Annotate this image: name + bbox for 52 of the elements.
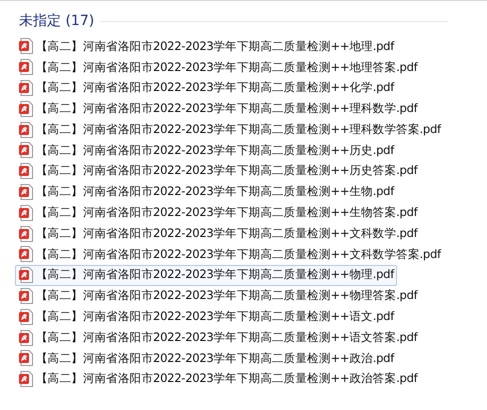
pdf-file-icon (19, 163, 33, 180)
file-item[interactable]: 【高二】河南省洛阳市2022-2023学年下期高二质量检测++政治答案.pdf (15, 368, 420, 390)
file-item[interactable]: 【高二】河南省洛阳市2022-2023学年下期高二质量检测++地理.pdf (15, 36, 398, 57)
file-name: 【高二】河南省洛阳市2022-2023学年下期高二质量检测++语文.pdf (36, 308, 394, 326)
file-name: 【高二】河南省洛阳市2022-2023学年下期高二质量检测++理科数学.pdf (36, 100, 418, 118)
pdf-file-icon (19, 288, 33, 304)
file-item[interactable]: 【高二】河南省洛阳市2022-2023学年下期高二质量检测++理科数学.pdf (15, 98, 420, 120)
file-name: 【高二】河南省洛阳市2022-2023学年下期高二质量检测++物理答案.pdf (36, 287, 418, 304)
file-item[interactable]: 【高二】河南省洛阳市2022-2023学年下期高二质量检测++历史答案.pdf (15, 160, 420, 182)
pdf-file-icon (19, 38, 33, 54)
file-item[interactable]: 【高二】河南省洛阳市2022-2023学年下期高二质量检测++物理.pdf (15, 264, 398, 286)
pdf-file-icon (19, 100, 33, 117)
pdf-file-icon (19, 122, 33, 138)
pdf-file-icon (19, 350, 33, 366)
pdf-file-icon (19, 204, 33, 221)
pdf-file-icon (19, 246, 33, 262)
file-name: 【高二】河南省洛阳市2022-2023学年下期高二质量检测++地理答案.pdf (36, 58, 418, 76)
pdf-file-icon (19, 267, 33, 284)
file-name: 【高二】河南省洛阳市2022-2023学年下期高二质量检测++政治.pdf (36, 350, 394, 367)
pdf-file-icon (19, 330, 33, 346)
file-item[interactable]: 【高二】河南省洛阳市2022-2023学年下期高二质量检测++物理答案.pdf (15, 286, 420, 306)
pdf-file-icon (19, 59, 33, 76)
file-item[interactable]: 【高二】河南省洛阳市2022-2023学年下期高二质量检测++理科数学答案.pdf (15, 119, 444, 140)
pdf-file-icon (19, 371, 33, 388)
file-name: 【高二】河南省洛阳市2022-2023学年下期高二质量检测++语文答案.pdf (36, 328, 418, 346)
pdf-file-icon (19, 142, 33, 158)
file-name: 【高二】河南省洛阳市2022-2023学年下期高二质量检测++化学.pdf (36, 79, 394, 96)
file-item[interactable]: 【高二】河南省洛阳市2022-2023学年下期高二质量检测++历史.pdf (15, 140, 398, 161)
file-name: 【高二】河南省洛阳市2022-2023学年下期高二质量检测++理科数学答案.pdf (36, 120, 441, 138)
pdf-file-icon (19, 308, 33, 325)
file-name: 【高二】河南省洛阳市2022-2023学年下期高二质量检测++政治答案.pdf (36, 370, 418, 388)
file-item[interactable]: 【高二】河南省洛阳市2022-2023学年下期高二质量检测++文科数学.pdf (15, 223, 420, 244)
file-item[interactable]: 【高二】河南省洛阳市2022-2023学年下期高二质量检测++政治.pdf (15, 348, 398, 369)
file-item[interactable]: 【高二】河南省洛阳市2022-2023学年下期高二质量检测++生物答案.pdf (15, 202, 420, 224)
file-name: 【高二】河南省洛阳市2022-2023学年下期高二质量检测++文科数学答案.pdf (36, 246, 441, 263)
file-name: 【高二】河南省洛阳市2022-2023学年下期高二质量检测++生物答案.pdf (36, 204, 418, 222)
file-name: 【高二】河南省洛阳市2022-2023学年下期高二质量检测++历史答案.pdf (36, 162, 418, 180)
pdf-file-icon (19, 80, 33, 96)
pdf-file-icon (19, 226, 33, 242)
group-heading: 未指定 (17) (19, 12, 94, 31)
file-item[interactable]: 【高二】河南省洛阳市2022-2023学年下期高二质量检测++语文.pdf (15, 306, 398, 328)
file-item[interactable]: 【高二】河南省洛阳市2022-2023学年下期高二质量检测++生物.pdf (15, 182, 398, 202)
file-item[interactable]: 【高二】河南省洛阳市2022-2023学年下期高二质量检测++化学.pdf (15, 78, 398, 98)
file-name: 【高二】河南省洛阳市2022-2023学年下期高二质量检测++生物.pdf (36, 183, 394, 200)
file-name: 【高二】河南省洛阳市2022-2023学年下期高二质量检测++历史.pdf (36, 142, 394, 159)
file-name: 【高二】河南省洛阳市2022-2023学年下期高二质量检测++地理.pdf (36, 38, 394, 55)
file-item[interactable]: 【高二】河南省洛阳市2022-2023学年下期高二质量检测++地理答案.pdf (15, 56, 420, 78)
file-name: 【高二】河南省洛阳市2022-2023学年下期高二质量检测++文科数学.pdf (36, 224, 418, 242)
file-item[interactable]: 【高二】河南省洛阳市2022-2023学年下期高二质量检测++语文答案.pdf (15, 327, 420, 348)
file-item[interactable]: 【高二】河南省洛阳市2022-2023学年下期高二质量检测++文科数学答案.pdf (15, 244, 444, 265)
pdf-file-icon (19, 184, 33, 200)
file-name: 【高二】河南省洛阳市2022-2023学年下期高二质量检测++物理.pdf (36, 266, 394, 284)
